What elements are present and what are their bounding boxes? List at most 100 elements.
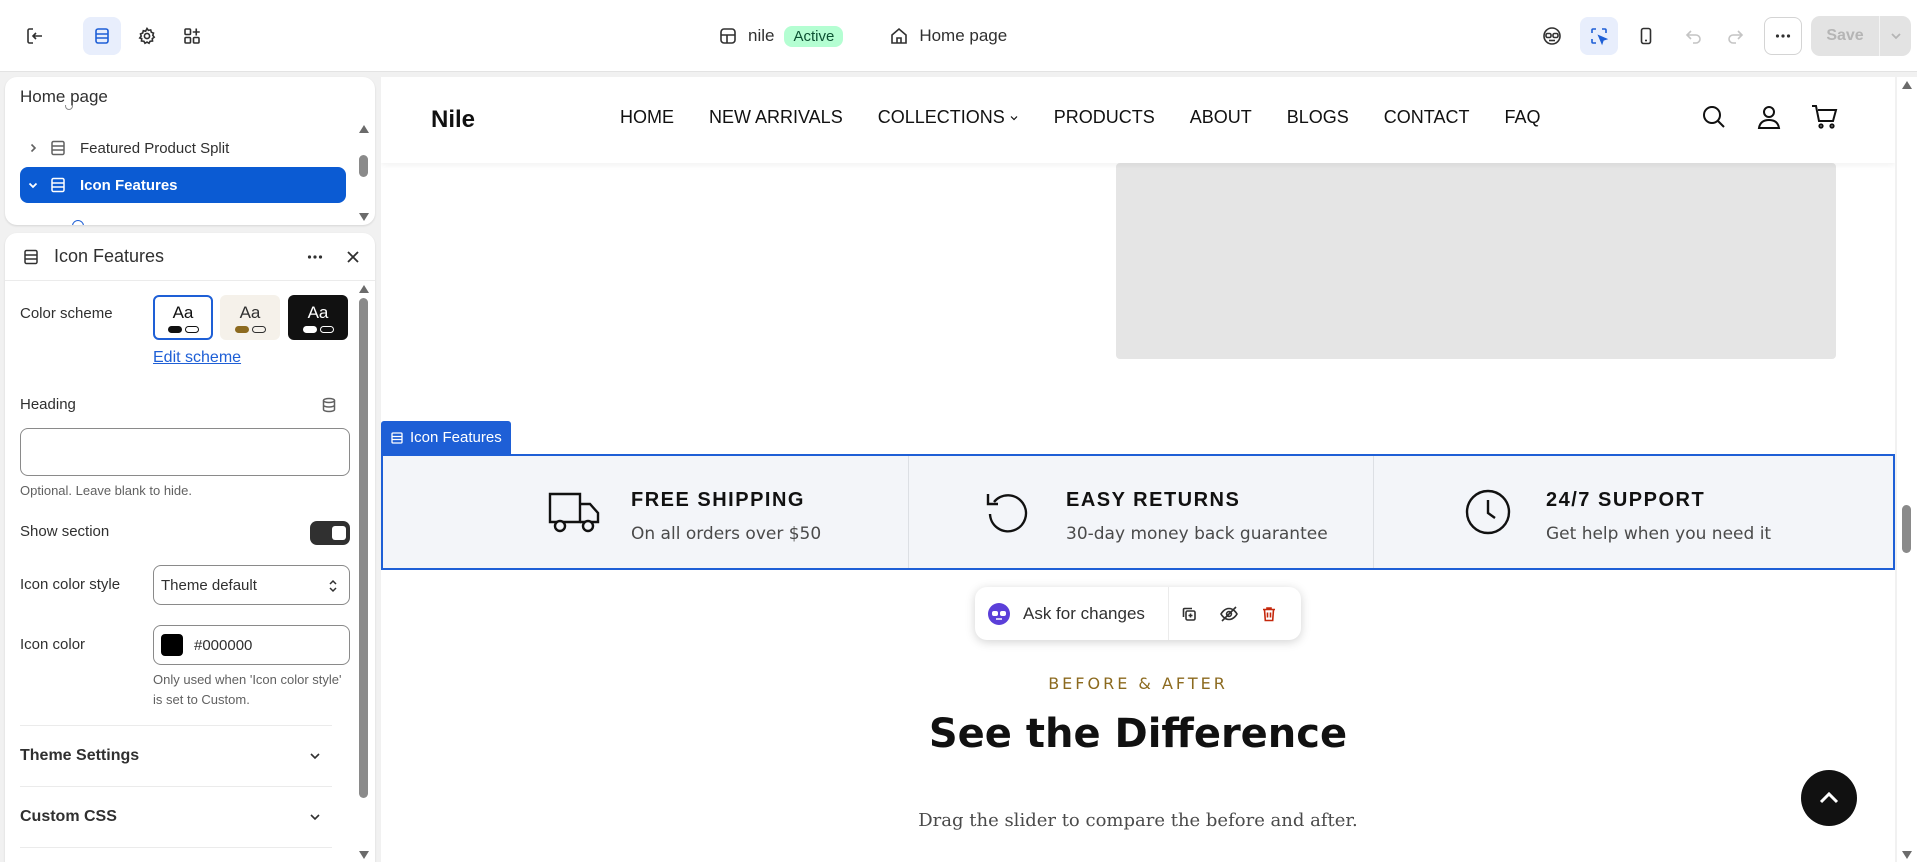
more-actions-button[interactable] bbox=[1764, 17, 1802, 55]
accordion-custom-css[interactable]: Custom CSS bbox=[20, 792, 332, 842]
trash-icon[interactable] bbox=[1249, 605, 1289, 623]
scheme-sample: Aa bbox=[239, 302, 261, 322]
section-icon bbox=[390, 431, 404, 445]
nav-label: COLLECTIONS bbox=[877, 107, 1005, 127]
feature-title: FREE SHIPPING bbox=[631, 489, 805, 511]
section-icon bbox=[46, 176, 70, 194]
section-tree-panel: Home page Featured Product Split Icon Fe… bbox=[5, 77, 375, 225]
section-description: Drag the slider to compare the before an… bbox=[918, 810, 1358, 831]
undo-button[interactable] bbox=[1675, 17, 1713, 55]
color-swatch[interactable] bbox=[161, 634, 183, 656]
chevron-down-icon[interactable] bbox=[20, 179, 46, 191]
scheme-sample: Aa bbox=[172, 302, 194, 322]
section-heading: See the Difference bbox=[928, 711, 1348, 757]
icon-features-section[interactable]: FREE SHIPPING On all orders over $50 EAS… bbox=[381, 454, 1895, 570]
tree-item-icon-features[interactable]: Icon Features bbox=[20, 167, 346, 203]
show-section-toggle[interactable] bbox=[310, 521, 350, 545]
settings-scrollbar[interactable] bbox=[357, 285, 371, 862]
apps-icon bbox=[182, 26, 202, 46]
apps-button[interactable] bbox=[173, 17, 211, 55]
selected-section-tag[interactable]: Icon Features bbox=[381, 421, 511, 454]
select-value: Theme default bbox=[161, 576, 257, 594]
select-cursor-icon bbox=[1589, 26, 1609, 46]
sections-button[interactable] bbox=[83, 17, 121, 55]
chevron-down-icon bbox=[308, 810, 322, 824]
gear-icon bbox=[137, 26, 157, 46]
home-icon bbox=[889, 26, 909, 46]
nav-blogs[interactable]: BLOGS bbox=[1287, 107, 1349, 128]
nav-contact[interactable]: CONTACT bbox=[1384, 107, 1470, 128]
theme-settings-button[interactable] bbox=[128, 17, 166, 55]
feature-subtitle: On all orders over $50 bbox=[631, 524, 822, 544]
ask-for-changes-label: Ask for changes bbox=[1023, 603, 1145, 623]
chevron-down-icon[interactable] bbox=[1880, 29, 1911, 43]
nav-collections[interactable]: COLLECTIONS bbox=[878, 107, 1019, 128]
section-settings-panel: Icon Features Color scheme Aa Aa Aa Edit… bbox=[5, 233, 375, 862]
section-actions-bar: Ask for changes bbox=[975, 587, 1301, 640]
feature-item: 24/7 SUPPORT Get help when you need it bbox=[1374, 456, 1893, 568]
heading-input[interactable] bbox=[20, 428, 350, 476]
nav-products[interactable]: PRODUCTS bbox=[1054, 107, 1155, 128]
partial-block-icon bbox=[65, 105, 73, 110]
add-block-icon bbox=[72, 220, 84, 225]
page-selector[interactable]: Home page bbox=[919, 26, 1007, 46]
color-scheme-option-1[interactable]: Aa bbox=[153, 295, 213, 340]
inspector-button[interactable] bbox=[1580, 17, 1618, 55]
chevron-right-icon[interactable] bbox=[20, 142, 46, 154]
show-section-label: Show section bbox=[20, 523, 110, 540]
preview-scrollbar[interactable] bbox=[1897, 77, 1917, 862]
settings-header: Icon Features bbox=[5, 233, 375, 281]
more-horizontal-icon[interactable] bbox=[305, 247, 325, 267]
feature-title: 24/7 SUPPORT bbox=[1546, 489, 1706, 511]
exit-icon bbox=[24, 25, 46, 47]
site-logo[interactable]: Nile bbox=[431, 106, 475, 134]
clock-icon bbox=[1464, 488, 1512, 536]
feature-subtitle: Get help when you need it bbox=[1546, 524, 1772, 544]
redo-icon bbox=[1725, 26, 1745, 46]
icon-color-style-select[interactable]: Theme default bbox=[153, 565, 350, 605]
sidekick-icon bbox=[987, 602, 1011, 626]
nav-faq[interactable]: FAQ bbox=[1504, 107, 1540, 128]
account-icon[interactable] bbox=[1756, 104, 1782, 130]
feature-item: EASY RETURNS 30-day money back guarantee bbox=[909, 456, 1374, 568]
save-button[interactable]: Save bbox=[1811, 16, 1911, 56]
accordion-label: Theme Settings bbox=[20, 747, 140, 764]
ai-assist-button[interactable] bbox=[1533, 17, 1571, 55]
more-horizontal-icon bbox=[1773, 26, 1793, 46]
icon-color-style-label: Icon color style bbox=[20, 576, 121, 593]
nav-about[interactable]: ABOUT bbox=[1190, 107, 1252, 128]
cart-icon[interactable] bbox=[1811, 104, 1839, 130]
mobile-icon bbox=[1636, 26, 1656, 46]
edit-scheme-link[interactable]: Edit scheme bbox=[153, 349, 241, 367]
tree-scrollbar[interactable] bbox=[357, 125, 371, 221]
section-icon bbox=[22, 248, 40, 266]
color-scheme-option-2[interactable]: Aa bbox=[220, 295, 280, 340]
feature-item: FREE SHIPPING On all orders over $50 bbox=[383, 456, 909, 568]
duplicate-icon[interactable] bbox=[1169, 605, 1209, 623]
exit-button[interactable] bbox=[16, 17, 54, 55]
dynamic-source-icon[interactable] bbox=[320, 396, 338, 414]
nav-home[interactable]: HOME bbox=[620, 107, 674, 128]
accordion-theme-settings[interactable]: Theme Settings bbox=[20, 731, 332, 781]
sections-icon bbox=[92, 26, 112, 46]
ask-for-changes-button[interactable]: Ask for changes bbox=[975, 587, 1169, 640]
truck-icon bbox=[548, 490, 600, 534]
hide-icon[interactable] bbox=[1209, 605, 1249, 623]
back-to-top-button[interactable] bbox=[1801, 770, 1857, 826]
color-scheme-option-3[interactable]: Aa bbox=[288, 295, 348, 340]
returns-icon bbox=[984, 488, 1032, 536]
icon-color-value: #000000 bbox=[194, 636, 253, 654]
tree-item-featured-product-split[interactable]: Featured Product Split bbox=[20, 130, 346, 166]
mobile-view-button[interactable] bbox=[1627, 17, 1665, 55]
nav-new-arrivals[interactable]: NEW ARRIVALS bbox=[709, 107, 843, 128]
heading-label: Heading bbox=[20, 396, 76, 413]
redo-button[interactable] bbox=[1716, 17, 1754, 55]
site-header: Nile HOME NEW ARRIVALS COLLECTIONS PRODU… bbox=[381, 77, 1895, 163]
store-name[interactable]: nile bbox=[748, 26, 774, 46]
icon-color-label: Icon color bbox=[20, 636, 86, 653]
search-icon[interactable] bbox=[1701, 104, 1727, 130]
scheme-sample: Aa bbox=[307, 302, 329, 322]
close-icon[interactable] bbox=[343, 247, 363, 267]
settings-title: Icon Features bbox=[54, 246, 165, 266]
icon-color-field[interactable]: #000000 bbox=[153, 625, 350, 665]
